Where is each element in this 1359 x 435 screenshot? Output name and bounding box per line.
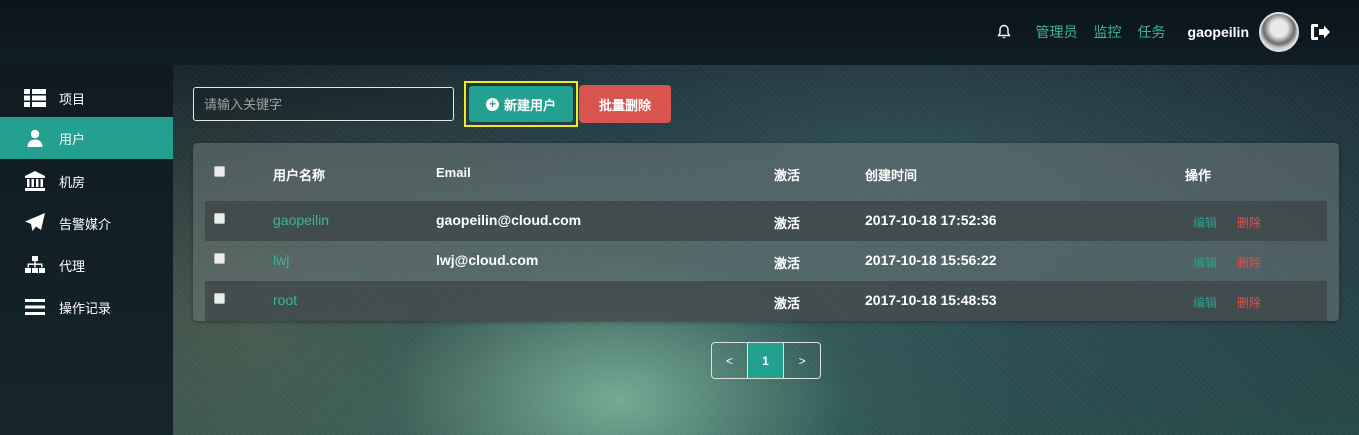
nav-link-monitor[interactable]: 监控 bbox=[1094, 22, 1122, 42]
table-row: lwj lwj@cloud.com 激活 2017-10-18 15:56:22… bbox=[205, 241, 1327, 281]
bank-icon bbox=[24, 171, 46, 191]
row-checkbox[interactable] bbox=[214, 213, 225, 224]
top-bar: 管理员 监控 任务 gaopeilin bbox=[0, 0, 1359, 65]
username[interactable]: gaopeilin bbox=[1188, 24, 1249, 40]
user-name-link[interactable]: lwj bbox=[273, 252, 289, 268]
sidebar-item-label: 操作记录 bbox=[59, 300, 112, 316]
sidebar-item-datacenter[interactable]: 机房 bbox=[0, 160, 173, 202]
pagination-prev[interactable]: < bbox=[712, 343, 748, 378]
new-user-button-label: 新建用户 bbox=[503, 97, 556, 113]
column-header-name: 用户名称 bbox=[273, 168, 326, 183]
search-input[interactable] bbox=[193, 87, 454, 121]
pagination: < 1 > bbox=[711, 342, 821, 379]
table-row: root 激活 2017-10-18 15:48:53 编辑 删除 bbox=[205, 281, 1327, 321]
sidebar-item-users[interactable]: 用户 bbox=[0, 117, 173, 159]
sitemap-icon bbox=[24, 255, 46, 275]
users-table: 用户名称 Email 激活 创建时间 操作 gaopeilin gaopeili… bbox=[193, 143, 1339, 321]
edit-link[interactable]: 编辑 bbox=[1193, 254, 1217, 271]
user-active-status: 激活 bbox=[774, 296, 801, 311]
user-icon bbox=[24, 128, 46, 148]
column-header-actions: 操作 bbox=[1185, 168, 1212, 183]
user-email: lwj@cloud.com bbox=[436, 252, 539, 268]
bars-icon bbox=[24, 297, 46, 317]
user-created-time: 2017-10-18 15:48:53 bbox=[865, 292, 997, 308]
sidebar-item-projects[interactable]: 项目 bbox=[0, 77, 173, 119]
nav-link-tasks[interactable]: 任务 bbox=[1138, 22, 1166, 42]
pagination-page-current[interactable]: 1 bbox=[747, 343, 785, 378]
sidebar-item-operation-log[interactable]: 操作记录 bbox=[0, 286, 173, 328]
column-header-email: Email bbox=[436, 165, 471, 180]
batch-delete-button[interactable]: 批量删除 bbox=[579, 85, 671, 123]
row-checkbox[interactable] bbox=[214, 293, 225, 304]
delete-link[interactable]: 删除 bbox=[1237, 214, 1261, 231]
edit-link[interactable]: 编辑 bbox=[1193, 214, 1217, 231]
new-user-button[interactable]: + 新建用户 bbox=[469, 86, 573, 122]
sidebar-item-label: 机房 bbox=[59, 174, 86, 190]
top-right-menu: 管理员 监控 任务 gaopeilin bbox=[996, 12, 1331, 52]
user-active-status: 激活 bbox=[774, 256, 801, 271]
edit-link[interactable]: 编辑 bbox=[1193, 294, 1217, 311]
sidebar-item-label: 告警媒介 bbox=[59, 216, 112, 232]
list-icon bbox=[24, 88, 46, 108]
column-header-created: 创建时间 bbox=[865, 168, 918, 183]
paper-plane-icon bbox=[24, 213, 46, 233]
sidebar-item-label: 代理 bbox=[59, 258, 86, 274]
logout-icon[interactable] bbox=[1309, 21, 1331, 43]
sidebar-item-proxy[interactable]: 代理 bbox=[0, 244, 173, 286]
select-all-checkbox[interactable] bbox=[214, 166, 225, 177]
bell-icon[interactable] bbox=[996, 24, 1012, 40]
sidebar: 项目 用户 机房 告警媒介 代理 操作记录 bbox=[0, 65, 173, 435]
user-active-status: 激活 bbox=[774, 216, 801, 231]
nav-link-admin[interactable]: 管理员 bbox=[1036, 22, 1078, 42]
sidebar-item-alert-media[interactable]: 告警媒介 bbox=[0, 202, 173, 244]
avatar[interactable] bbox=[1259, 12, 1299, 52]
pagination-next[interactable]: > bbox=[784, 343, 820, 378]
column-header-active: 激活 bbox=[774, 168, 801, 183]
delete-link[interactable]: 删除 bbox=[1237, 254, 1261, 271]
row-checkbox[interactable] bbox=[214, 253, 225, 264]
user-name-link[interactable]: root bbox=[273, 292, 297, 308]
user-created-time: 2017-10-18 17:52:36 bbox=[865, 212, 997, 228]
user-name-link[interactable]: gaopeilin bbox=[273, 212, 329, 228]
table-row: gaopeilin gaopeilin@cloud.com 激活 2017-10… bbox=[205, 201, 1327, 241]
plus-circle-icon: + bbox=[485, 97, 499, 111]
sidebar-item-label: 项目 bbox=[59, 91, 86, 107]
delete-link[interactable]: 删除 bbox=[1237, 294, 1261, 311]
sidebar-item-label: 用户 bbox=[59, 131, 86, 147]
user-email: gaopeilin@cloud.com bbox=[436, 212, 582, 228]
user-created-time: 2017-10-18 15:56:22 bbox=[865, 252, 997, 268]
new-user-button-highlight: + 新建用户 bbox=[464, 81, 578, 127]
